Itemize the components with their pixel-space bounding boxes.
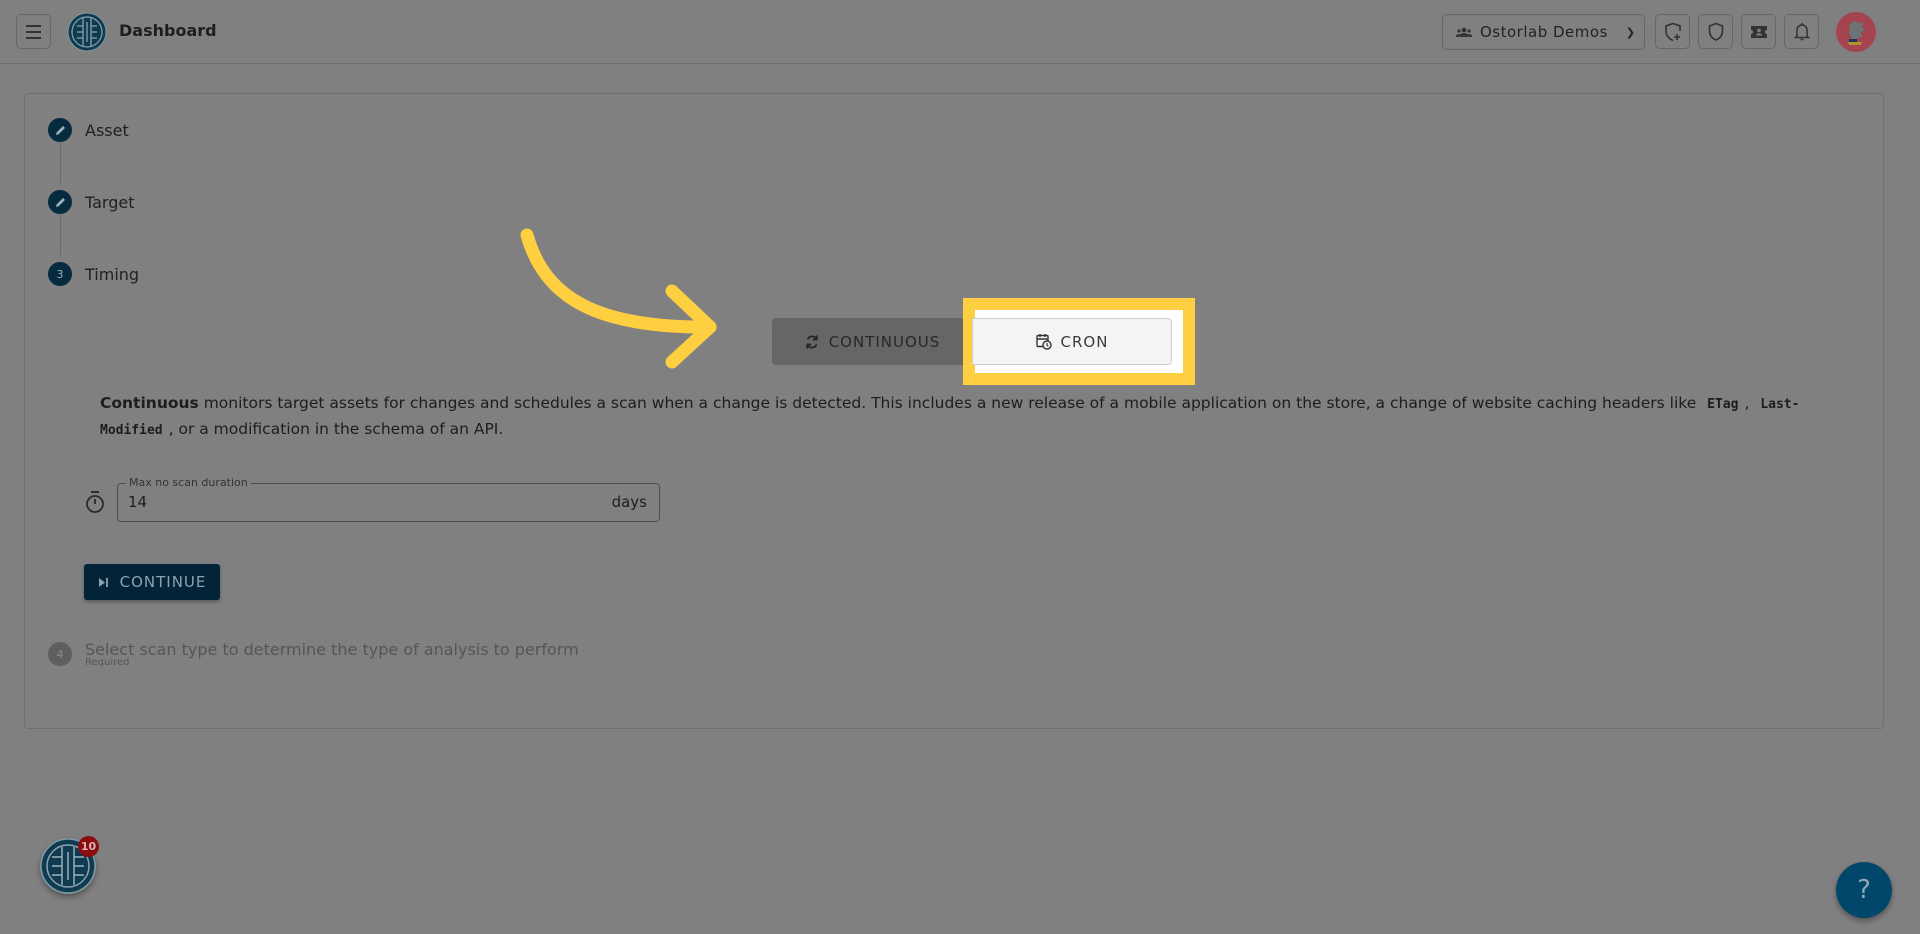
step-sublabel: Required [85, 657, 130, 668]
field-label: Max no scan duration [126, 476, 251, 489]
tickets-button[interactable] [1741, 14, 1776, 49]
help-button[interactable]: ? [1836, 862, 1892, 918]
description-bold: Continuous [100, 394, 199, 412]
cron-label: CRON [1060, 332, 1109, 351]
step-timing[interactable]: 3 Timing [48, 262, 139, 286]
menu-button[interactable] [16, 14, 51, 49]
ticket-icon [1750, 25, 1767, 38]
step-connector [60, 215, 61, 255]
users-icon [1456, 27, 1472, 37]
step-connector [60, 143, 61, 183]
step-label: Timing [85, 264, 140, 284]
step-number: 3 [48, 262, 72, 286]
step-circle [48, 118, 72, 142]
pencil-icon [55, 197, 65, 207]
add-asset-button[interactable] [1655, 14, 1690, 49]
avatar-image [1836, 12, 1876, 52]
pencil-icon [55, 125, 65, 135]
step-label: Asset [85, 120, 129, 140]
continuous-option[interactable]: CONTINUOUS [772, 318, 972, 365]
calendar-clock-icon [1035, 334, 1052, 350]
field-suffix: days [611, 493, 647, 511]
continue-button[interactable]: CONTINUE [84, 564, 220, 600]
organization-select[interactable]: Ostorlab Demos ❯ [1442, 14, 1645, 50]
step-circle [48, 190, 72, 214]
shield-icon [1708, 22, 1723, 41]
notification-badge: 10 [78, 836, 99, 857]
code-etag: ETag [1707, 397, 1739, 412]
description-text: , or a modification in the schema of an … [168, 420, 504, 438]
refresh-icon [806, 335, 818, 348]
continuous-label: CONTINUOUS [828, 332, 941, 351]
security-button[interactable] [1698, 14, 1733, 49]
skip-next-icon [98, 577, 108, 587]
max-no-scan-duration-field[interactable]: Max no scan duration days [117, 476, 660, 522]
question-icon: ? [1857, 875, 1871, 905]
step-label: Target [85, 192, 135, 212]
step-label: Select scan type to determine the type o… [85, 639, 579, 659]
step-target[interactable]: Target [48, 190, 135, 214]
step-number: 4 [48, 642, 72, 666]
timing-mode-toggle: CONTINUOUS [772, 318, 972, 365]
top-bar: Dashboard Ostorlab Demos ❯ [0, 0, 1920, 64]
step-asset[interactable]: Asset [48, 118, 129, 142]
continue-label: CONTINUE [119, 573, 207, 591]
chevron-down-icon: ❯ [1625, 25, 1636, 39]
organization-name: Ostorlab Demos [1480, 23, 1608, 41]
description-text: monitors target assets for changes and s… [198, 394, 1702, 412]
timer-icon [86, 491, 104, 513]
shield-plus-icon [1664, 22, 1681, 41]
notifications-button[interactable] [1784, 14, 1819, 49]
max-no-scan-duration-input[interactable] [128, 493, 568, 511]
page-title: Dashboard [119, 21, 217, 40]
hamburger-icon [26, 23, 41, 41]
description-separator: , [1744, 394, 1755, 412]
timing-description: Continuous monitors target assets for ch… [100, 391, 1850, 443]
annotation-arrow-icon [520, 228, 717, 369]
bell-icon [1793, 23, 1810, 41]
cron-option[interactable]: CRON [972, 318, 1172, 365]
user-avatar[interactable] [1836, 12, 1876, 52]
ostorlab-logo[interactable] [67, 12, 107, 52]
